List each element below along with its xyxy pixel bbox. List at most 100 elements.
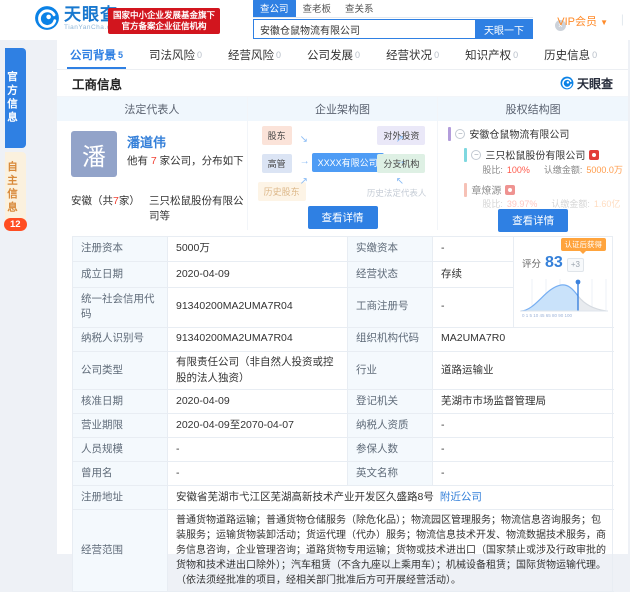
row-label: 实缴资本 [348,237,433,262]
score-distribution-chart: 0 1 5 10 45 65 80 90 100 [518,275,610,319]
score-delta: +3 [567,258,584,272]
row-label: 注册资本 [73,237,168,262]
main-tab-3[interactable]: 公司发展0 [294,40,373,69]
search-input[interactable] [253,19,475,39]
section-title: 工商信息 [72,74,122,93]
score-widget-cell: 认证后获得 评分 83 +3 0 1 5 10 45 65 80 [514,237,614,328]
row-value: - [433,237,514,262]
legal-rep-panel: 法定代表人 潘 潘道伟 他有 7 家公司，分布如下 安徽（共7家） 三只松鼠股份… [57,97,248,230]
search-tab-0[interactable]: 查公司 [253,0,296,17]
search-tab-1[interactable]: 查老板 [296,0,339,17]
org-chart-detail-button[interactable]: 查看详情 [308,206,378,229]
row-label: 纳税人识别号 [73,328,168,352]
row-value: 2020-04-09至2070-04-07 [168,414,348,438]
address-value: 安徽省芜湖市弋江区芜湖高新技术产业开发区久盛路8号附近公司 [168,486,614,510]
row-value: 91340200MA2UMA7R04 [168,328,348,352]
self-info-count-badge: 12 [4,218,27,231]
main-tab-count: 0 [197,50,202,60]
main-tab-count: 0 [355,50,360,60]
main-tab-5[interactable]: 知识产权0 [452,40,531,69]
main-tab-count: 0 [276,50,281,60]
row-value: 2020-04-09 [168,390,348,414]
info-table: 认证后获得 评分 83 +3 0 1 5 10 45 65 80 [72,236,613,592]
watermark: 天眼查 [560,75,613,92]
top-header: 天眼查 TianYanCha.com 国家中小企业发展基金旗下 官方备案企业征信… [0,0,630,40]
row-value: - [433,462,614,486]
row-label: 人员规模 [73,438,168,462]
collapse-icon[interactable]: − [471,150,481,160]
main-tab-count: 5 [118,50,123,60]
org-node-hist-shareholder: 历史股东 [258,182,306,201]
collapse-icon[interactable]: − [455,129,465,139]
row-value: MA2UMA7R0 [433,328,614,352]
row-value: - [433,438,614,462]
vip-member-link[interactable]: VIP会员 ▼ [557,13,608,29]
row-label: 曾用名 [73,462,168,486]
main-tab-6[interactable]: 历史信息0 [531,40,610,69]
main-tab-4[interactable]: 经营状况0 [373,40,452,69]
arrow-icon: ↗ [300,176,308,187]
equity-child-node[interactable]: − 三只松鼠股份有限公司 [464,147,599,162]
org-node-executive: 高管 [262,154,292,173]
row-label: 统一社会信用代码 [73,288,168,328]
tree-bar [448,127,451,141]
tree-bar [464,148,467,162]
main-tab-1[interactable]: 司法风险0 [136,40,215,69]
main-tab-label: 经营风险 [228,47,274,63]
score-cert-badge: 认证后获得 [561,238,607,251]
equity-detail-button[interactable]: 查看详情 [498,209,568,232]
nearby-companies-link[interactable]: 附近公司 [440,490,482,506]
row-value: 存续 [433,262,514,287]
row-label: 注册地址 [73,486,168,510]
row-value: - [168,438,348,462]
score-axis-labels: 0 1 5 10 45 65 80 90 100 [522,313,573,318]
score-value: 83 [545,251,563,275]
arrow-icon: ↘ [300,134,308,145]
sidebar-tab-official-info[interactable]: 官方信息 [5,48,26,148]
main-tab-label: 司法风险 [149,47,195,63]
arrow-icon: → [396,156,406,167]
arrow-icon: → [300,156,310,167]
search-tab-2[interactable]: 查关系 [338,0,381,17]
gov-certification-badge: 国家中小企业发展基金旗下 官方备案企业征信机构 [108,8,220,34]
legal-rep-name-link[interactable]: 潘道伟 [127,132,166,151]
search-button[interactable]: 天眼一下 [475,19,533,39]
legal-rep-company-link[interactable]: 三只松鼠股份有限公司等 [149,193,247,223]
watermark-text: 天眼查 [577,75,613,92]
org-chart-panel-title: 企业架构图 [248,97,438,121]
main-tab-2[interactable]: 经营风险0 [215,40,294,69]
org-chart-panel: 企业架构图 股东 高管 历史股东 XXXX有限公司 对外投资 分支机构 历史法定… [248,97,439,230]
score-label: 评分 [522,258,541,272]
row-value: 2020-04-09 [168,262,348,287]
row-label: 经营状态 [348,262,433,287]
row-label: 参保人数 [348,438,433,462]
equity-root-node[interactable]: − 安徽仓鼠物流有限公司 [448,126,569,141]
tianyancha-eye-icon [34,5,60,31]
row-label: 纳税人资质 [348,414,433,438]
header-divider: | [621,12,624,26]
row-label: 核准日期 [73,390,168,414]
equity-panel-title: 股权结构图 [438,97,628,121]
row-value: - [433,414,614,438]
row-value: - [168,462,348,486]
main-tab-count: 0 [434,50,439,60]
company-detail-card: 公司背景5司法风险0经营风险0公司发展0经营状况0知识产权0历史信息0 工商信息… [57,40,628,554]
sidebar-tab-self-info[interactable]: 自主信息 [5,152,26,224]
arrow-icon: ↖ [396,176,404,187]
main-tab-label: 知识产权 [465,47,511,63]
row-label: 公司类型 [73,352,168,391]
main-tab-label: 公司背景 [70,47,116,63]
scope-value: 普通货物道路运输；普通货物仓储服务（除危化品）；物流园区管理服务；物流信息咨询服… [168,510,614,592]
row-value: 芜湖市市场监督管理局 [433,390,614,414]
legal-rep-desc: 他有 7 家公司，分布如下 [127,153,244,168]
row-value: 5000万 [168,237,348,262]
row-label: 经营范围 [73,510,168,592]
avatar: 潘 [71,131,117,177]
search-zone: 查公司查老板查关系 天眼一下 [253,3,533,39]
row-label: 英文名称 [348,462,433,486]
main-tab-0[interactable]: 公司背景5 [57,40,136,69]
equity-child-node[interactable]: 章燎源 [464,182,515,197]
arrow-icon: ↗ [396,134,404,145]
summary-panels: 法定代表人 潘 潘道伟 他有 7 家公司，分布如下 安徽（共7家） 三只松鼠股份… [57,96,628,230]
company-icon [589,150,599,160]
